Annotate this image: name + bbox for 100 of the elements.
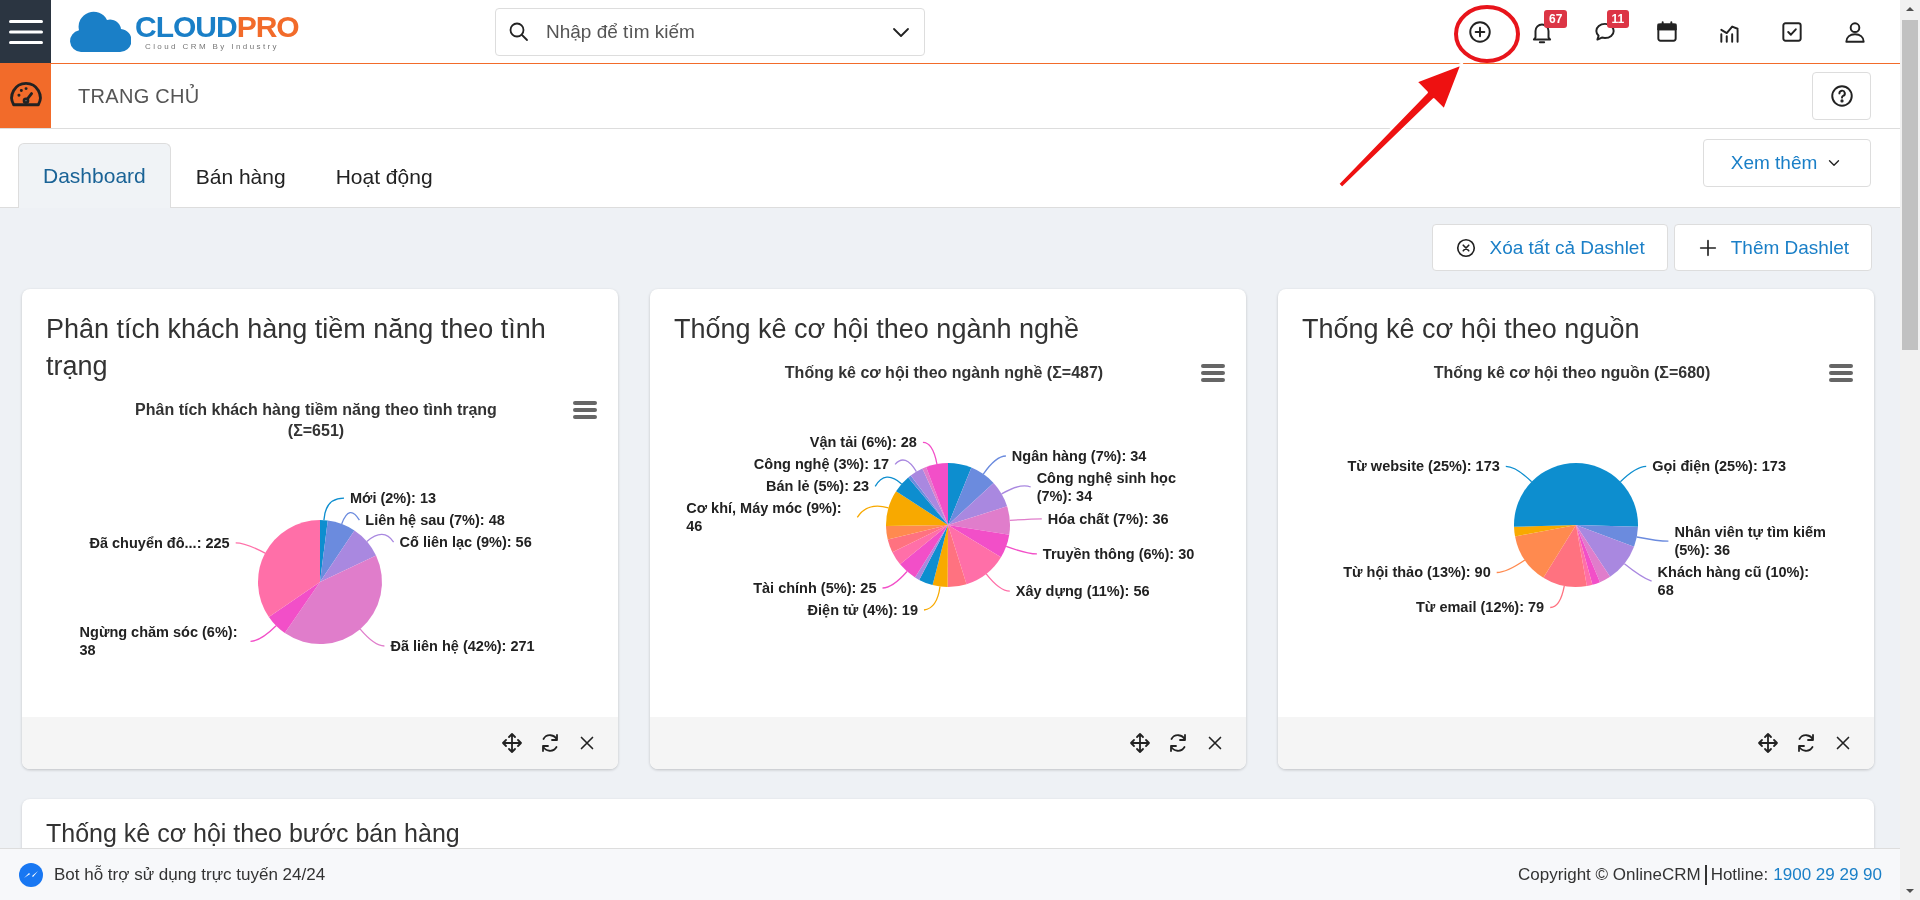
leader-line [1005, 545, 1038, 555]
pie-slice[interactable] [948, 467, 994, 525]
chart-menu-icon[interactable] [572, 399, 598, 421]
tab[interactable]: Dashboard [18, 143, 171, 208]
leader-line [1619, 465, 1647, 483]
pie-slice[interactable] [1514, 525, 1576, 537]
pie-slice[interactable] [1543, 525, 1587, 587]
search-field[interactable]: Nhập để tìm kiếm [495, 7, 925, 56]
pie-slice[interactable] [892, 525, 948, 565]
data-label: Gọi điện (25%): 173 [1652, 457, 1786, 476]
data-label: Ngừng chăm sóc (6%): 38 [79, 623, 239, 660]
pie-slice[interactable] [915, 525, 948, 580]
leader-line [359, 628, 386, 647]
tab[interactable]: Bán hàng [170, 144, 311, 208]
dashlet-title: Phân tích khách hàng tiềm năng theo tình trạng [45, 313, 547, 383]
pie-slice[interactable] [910, 468, 948, 525]
data-label: Tài chính (5%): 25 [753, 579, 877, 597]
move-icon[interactable] [500, 731, 524, 755]
pie-slice[interactable] [320, 520, 355, 582]
add-icon[interactable] [1466, 18, 1493, 45]
data-label: Bán lẻ (5%): 23 [766, 477, 870, 496]
leader-line [1549, 585, 1565, 609]
help-icon [1828, 83, 1855, 109]
leader-line [1000, 485, 1032, 495]
leader-line [1496, 559, 1526, 574]
data-label: Ngân hàng (7%): 34 [1011, 446, 1147, 465]
leader-line [1623, 563, 1653, 582]
pie-slice[interactable] [932, 525, 948, 587]
leader-line [982, 455, 1007, 475]
data-label: Mới (2%): 13 [350, 489, 437, 508]
dashlet-title: Thống kê cơ hội theo nguồn [1301, 313, 1641, 346]
leader-line [1636, 536, 1670, 542]
data-label: Hóa chất (7%): 36 [1047, 509, 1169, 528]
close-circle-icon [1455, 236, 1478, 259]
data-label: Vận tải (6%): 28 [809, 433, 917, 452]
chart-menu-icon[interactable] [1200, 362, 1226, 384]
data-label: Điện tử (4%): 19 [807, 601, 918, 619]
annotation-circle [1454, 5, 1520, 63]
pie-slice[interactable] [900, 525, 948, 578]
pie-slice[interactable] [1514, 463, 1576, 527]
data-label: Đã liên hệ (42%): 271 [390, 637, 535, 655]
cloud-logo-icon [69, 9, 131, 54]
pie-slice[interactable] [1576, 525, 1611, 583]
pie-slice[interactable] [887, 525, 948, 553]
leader-line [874, 476, 903, 488]
data-label: Liên hệ sau (7%): 48 [365, 511, 505, 530]
pie-slice[interactable] [886, 491, 948, 526]
dashlet-title: Thống kê cơ hội theo ngành nghề [673, 313, 1080, 346]
leader-line [985, 573, 1011, 592]
data-label: Khách hàng cũ (10%): 68 [1657, 563, 1811, 600]
pie-slice[interactable] [948, 525, 1001, 585]
leader-line [894, 459, 918, 473]
data-label: Công nghệ sinh học (7%): 34 [1036, 468, 1177, 505]
pie-slice[interactable] [284, 555, 382, 644]
logo-tagline: Cloud CRM By Industry [145, 42, 280, 51]
data-label: Từ website (25%): 173 [1347, 457, 1500, 476]
hotline-link[interactable]: 1900 29 29 90 [1773, 864, 1882, 885]
chat-bot-label: Bot hỗ trợ sử dụng trực tuyến 24/24 [54, 864, 326, 885]
logo-name: CLOUDPRO [135, 12, 299, 42]
data-label: Công nghệ (3%): 17 [753, 455, 890, 474]
page-title: TRANG CHỦ [78, 84, 200, 108]
messenger-icon[interactable] [18, 861, 44, 888]
pie-slice[interactable] [919, 525, 948, 586]
add-dashlet-button[interactable]: Thêm Dashlet [1673, 224, 1872, 271]
data-label: Nhân viên tự tìm kiếm (5%): 36 [1674, 523, 1827, 560]
leader-line [249, 625, 277, 642]
help-button[interactable] [1812, 72, 1871, 120]
data-label: Xây dựng (11%): 56 [1015, 582, 1150, 601]
pie-slice[interactable] [1515, 525, 1576, 578]
pie-slice[interactable] [268, 582, 320, 634]
menu-button[interactable] [0, 0, 51, 63]
data-label: Cơ khí, Máy móc (9%): 46 [686, 499, 843, 536]
leader-line [1009, 518, 1043, 522]
pie-slice[interactable] [258, 520, 320, 618]
pie-slice[interactable] [1576, 463, 1638, 527]
tab[interactable]: Hoạt động [310, 144, 458, 208]
pie-slice[interactable] [1576, 525, 1634, 577]
chart-title: Thống kê cơ hội theo nguồn (Σ=680) [1432, 363, 1712, 383]
scrollbar-drawing[interactable] [1900, 0, 1920, 900]
clear-dashlets-button[interactable]: Xóa tất cả Dashlet [1432, 224, 1668, 271]
data-label: Đã chuyển đô...: 225 [89, 533, 230, 552]
chart-menu-icon[interactable] [1828, 362, 1854, 384]
data-label: Từ email (12%): 79 [1416, 598, 1545, 617]
move-icon[interactable] [1756, 731, 1780, 755]
pie-slice[interactable] [1576, 525, 1638, 547]
pie-slice[interactable] [948, 463, 972, 525]
leader-line [366, 533, 395, 543]
data-label: Cố liên lạc (9%): 56 [399, 533, 532, 552]
pie-slice[interactable] [896, 477, 948, 525]
count-badge: 11 [1606, 9, 1630, 28]
pie-slice[interactable] [320, 530, 377, 582]
dashlet-title: Thống kê cơ hội theo bước bán hàng [46, 819, 460, 847]
move-icon[interactable] [1128, 731, 1152, 755]
pie-slice[interactable] [886, 525, 948, 540]
copyright-text: Copyright © OnlineCRM [1518, 864, 1701, 885]
pie-slice[interactable] [948, 482, 1008, 525]
more-dropdown[interactable]: Xem thêm [1703, 139, 1871, 187]
chart-title: Phân tích khách hàng tiềm năng theo tình trạng (Σ=651) [134, 400, 498, 441]
pie-slice[interactable] [948, 525, 1010, 558]
data-label: Từ hội thảo (13%): 90 [1343, 563, 1491, 582]
